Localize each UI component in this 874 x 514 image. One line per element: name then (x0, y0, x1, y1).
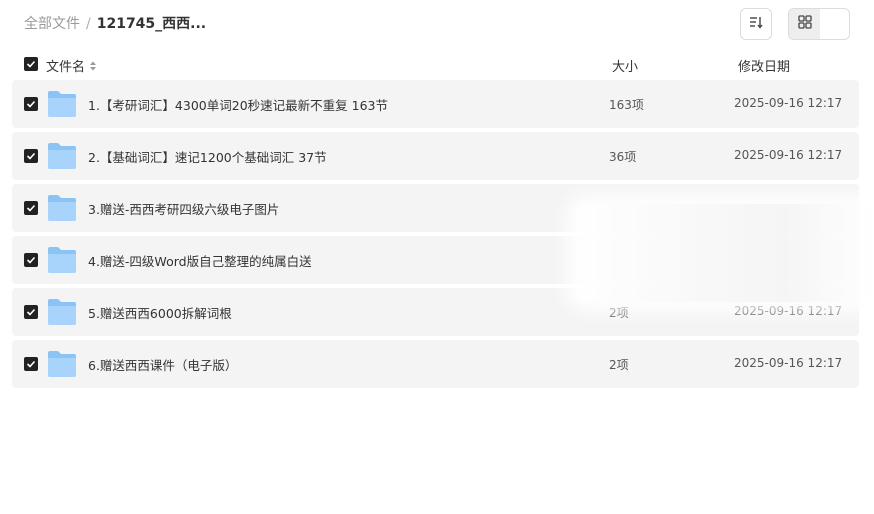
file-size: 36项 (609, 150, 637, 164)
breadcrumb-current: 121745_西西... (96, 16, 207, 32)
row-checkbox[interactable] (24, 97, 38, 111)
file-size: 2项 (609, 306, 629, 320)
file-name[interactable]: 4.赠送-四级Word版自己整理的纯属白送 (88, 251, 312, 270)
grid-view-button[interactable] (789, 9, 820, 39)
table-row[interactable]: 1.【考研词汇】4300单词20秒速记最新不重复 163节 163项 2025-… (12, 80, 859, 128)
folder-icon (47, 246, 77, 278)
folder-icon (47, 350, 77, 382)
file-name[interactable]: 5.赠送西西6000拆解词根 (88, 303, 232, 322)
date-column-header[interactable]: 修改日期 (738, 56, 790, 75)
sort-button[interactable] (740, 8, 772, 40)
folder-icon (47, 298, 77, 330)
file-name[interactable]: 3.赠送-西西考研四级六级电子图片 (88, 199, 279, 218)
file-name[interactable]: 6.赠送西西课件（电子版） (88, 355, 237, 374)
size-column-header[interactable]: 大小 (612, 56, 638, 75)
breadcrumb-separator: / (86, 16, 91, 32)
sort-caret-icon (89, 61, 97, 71)
table-row[interactable]: 2.【基础词汇】速记1200个基础词汇 37节 36项 2025-09-16 1… (12, 132, 859, 180)
breadcrumb-root[interactable]: 全部文件 (24, 15, 80, 33)
folder-icon (47, 90, 77, 122)
folder-icon (47, 194, 77, 226)
view-toggle (788, 8, 850, 40)
check-icon (26, 60, 36, 68)
table-row[interactable]: 6.赠送西西课件（电子版） 2项 2025-09-16 12:17 (12, 340, 859, 388)
grid-view-icon (797, 14, 813, 34)
name-column-header[interactable]: 文件名 (46, 56, 97, 75)
folder-icon (47, 142, 77, 174)
select-all-checkbox[interactable] (24, 57, 38, 71)
sort-icon (748, 14, 764, 34)
breadcrumb: 全部文件 / 121745_西西... (24, 15, 206, 33)
check-icon (26, 256, 36, 264)
file-size: 163项 (609, 98, 644, 112)
top-bar: 全部文件 / 121745_西西... (0, 0, 874, 48)
row-checkbox[interactable] (24, 201, 38, 215)
file-name[interactable]: 2.【基础词汇】速记1200个基础词汇 37节 (88, 147, 327, 166)
row-checkbox[interactable] (24, 253, 38, 267)
file-date: 2025-09-16 12:17 (734, 304, 843, 318)
file-size: 2项 (609, 358, 629, 372)
row-checkbox[interactable] (24, 149, 38, 163)
file-name[interactable]: 1.【考研词汇】4300单词20秒速记最新不重复 163节 (88, 95, 388, 114)
file-date: 2025-09-16 12:17 (734, 356, 843, 370)
check-icon (26, 152, 36, 160)
name-header-label: 文件名 (46, 60, 86, 75)
file-date: 2025-09-16 12:17 (734, 96, 843, 110)
file-date: 2025-09-16 12:17 (734, 148, 843, 162)
blurred-overlay (576, 204, 874, 302)
row-checkbox[interactable] (24, 357, 38, 371)
check-icon (26, 308, 36, 316)
check-icon (26, 204, 36, 212)
check-icon (26, 100, 36, 108)
check-icon (26, 360, 36, 368)
row-checkbox[interactable] (24, 305, 38, 319)
table-header: 文件名 大小 修改日期 (12, 48, 859, 80)
